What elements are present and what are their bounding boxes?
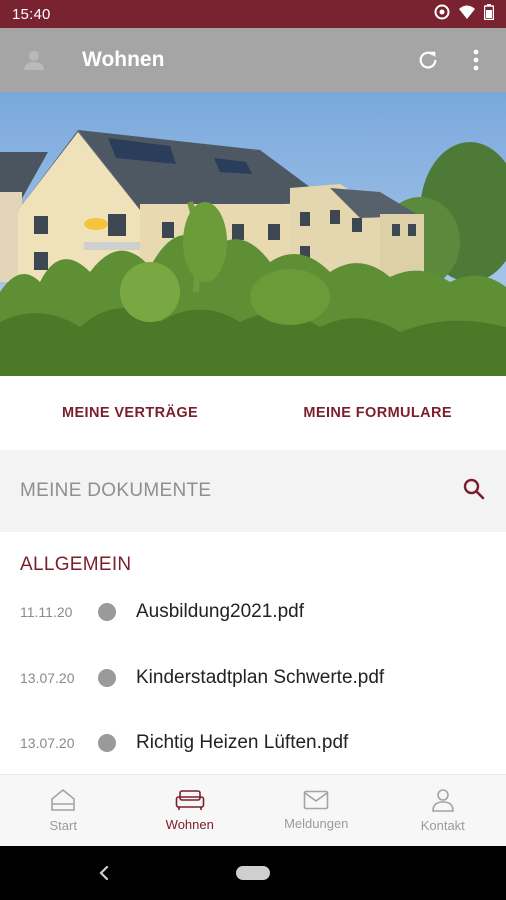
- app-bar: Wohnen: [0, 28, 506, 92]
- document-row[interactable]: 13.07.20 Kinderstadtplan Schwerte.pdf: [0, 656, 506, 700]
- nav-item-wohnen[interactable]: Wohnen: [127, 775, 254, 846]
- nav-item-start[interactable]: Start: [0, 775, 127, 846]
- section-title: ALLGEMEIN: [20, 554, 132, 575]
- document-status-dot: [98, 669, 116, 687]
- document-date: 13.07.20: [20, 670, 75, 686]
- document-status-dot: [98, 603, 116, 621]
- account-icon: [24, 51, 44, 70]
- nav-label-start: Start: [49, 818, 77, 833]
- document-name: Kinderstadtplan Schwerte.pdf: [136, 667, 385, 688]
- my-contracts-button[interactable]: MEINE VERTRÄGE: [62, 405, 198, 421]
- nav-label-meldungen: Meldungen: [284, 816, 349, 831]
- battery-icon: [483, 3, 495, 25]
- nav-item-meldungen[interactable]: Meldungen: [253, 775, 380, 846]
- refresh-button[interactable]: [410, 42, 446, 78]
- home-pill-button[interactable]: [236, 866, 270, 880]
- person-icon: [431, 789, 454, 812]
- documents-search-bar[interactable]: MEINE DOKUMENTE: [0, 450, 506, 532]
- documents-section: ALLGEMEIN 11.11.20 Ausbildung2021.pdf 13…: [0, 532, 506, 774]
- bottom-navigation: Start Wohnen Meldungen Kontakt: [0, 774, 506, 846]
- sofa-icon: [175, 790, 205, 810]
- document-row[interactable]: 11.11.20 Ausbildung2021.pdf: [0, 590, 506, 634]
- document-date: 11.11.20: [20, 604, 73, 620]
- documents-search-label: MEINE DOKUMENTE: [20, 480, 212, 501]
- overflow-menu-button[interactable]: [458, 42, 494, 78]
- document-date: 13.07.20: [20, 735, 75, 751]
- document-status-dot: [98, 734, 116, 752]
- more-vert-icon: [473, 49, 479, 71]
- system-navigation-bar: [0, 846, 506, 900]
- status-icons: [434, 3, 495, 25]
- back-chevron-icon[interactable]: [96, 862, 112, 884]
- document-name: Richtig Heizen Lüften.pdf: [136, 732, 349, 753]
- document-name: Ausbildung2021.pdf: [136, 601, 304, 622]
- nav-item-kontakt[interactable]: Kontakt: [380, 775, 506, 846]
- status-bar: 15:40: [0, 0, 506, 28]
- page-title: Wohnen: [82, 48, 165, 71]
- nav-label-wohnen: Wohnen: [165, 817, 214, 832]
- primary-actions: MEINE VERTRÄGE MEINE FORMULARE: [0, 376, 506, 450]
- wifi-icon: [458, 4, 476, 25]
- mail-icon: [303, 790, 329, 810]
- refresh-icon: [419, 51, 437, 69]
- hero-image: [0, 92, 506, 376]
- document-row[interactable]: 13.07.20 Richtig Heizen Lüften.pdf: [0, 721, 506, 765]
- privacy-eye-icon: [434, 4, 450, 25]
- home-icon: [51, 788, 76, 811]
- status-time: 15:40: [12, 5, 51, 23]
- nav-label-kontakt: Kontakt: [420, 818, 465, 833]
- my-forms-button[interactable]: MEINE FORMULARE: [303, 405, 452, 421]
- account-button[interactable]: [14, 40, 54, 80]
- search-icon[interactable]: [462, 477, 486, 506]
